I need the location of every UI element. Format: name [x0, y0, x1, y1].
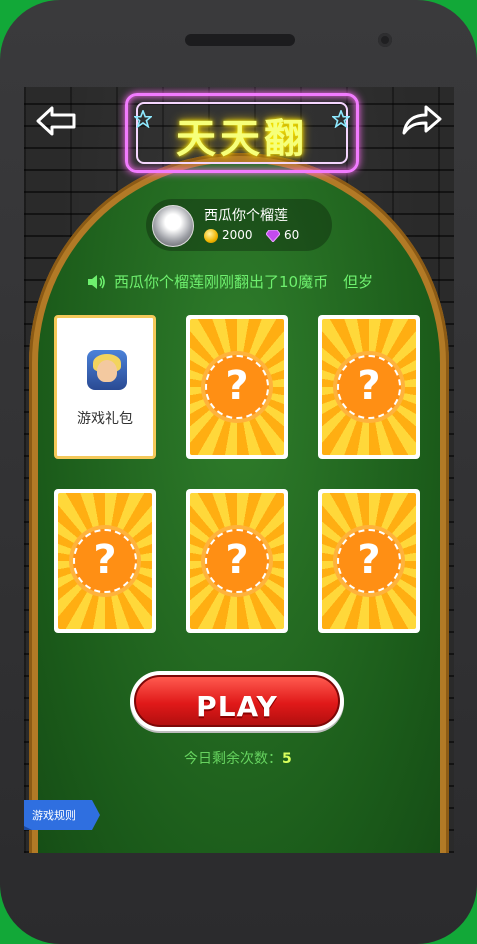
remaining-plays: 今日剩余次数：5 — [184, 748, 292, 768]
hidden-card[interactable]: ? — [54, 489, 156, 633]
play-button[interactable]: PLAY — [130, 671, 344, 731]
player-name: 西瓜你个榴莲 — [204, 208, 288, 224]
hidden-card[interactable]: ? — [186, 315, 288, 459]
game-title: 天天翻 — [176, 115, 308, 162]
phone-camera — [378, 33, 392, 47]
remaining-value: 5 — [282, 751, 292, 767]
card-back: ? — [190, 319, 284, 455]
game-screen: 天天翻 西瓜你个榴莲 2000 60 西瓜你个榴莲刚刚翻出了10魔币 但岁 游戏… — [24, 87, 454, 853]
avatar[interactable] — [152, 205, 194, 247]
gift-label: 游戏礼包 — [77, 411, 133, 427]
gift-face — [97, 360, 117, 382]
card-back: ? — [58, 493, 152, 629]
question-mark-icon: ? — [73, 529, 137, 593]
hidden-card[interactable]: ? — [318, 315, 420, 459]
share-arrow-icon[interactable] — [400, 103, 442, 137]
coin-icon — [204, 229, 218, 243]
hidden-card[interactable]: ? — [186, 489, 288, 633]
rules-label[interactable]: 游戏规则 — [32, 807, 76, 823]
gem-count: 60 — [284, 228, 300, 242]
play-label: PLAY — [196, 690, 278, 723]
gem-icon — [266, 230, 280, 242]
card-back: ? — [322, 493, 416, 629]
play-button-face: PLAY — [134, 675, 340, 727]
arrow-left-icon[interactable] — [36, 105, 78, 137]
question-mark-icon: ? — [205, 355, 269, 419]
remaining-label: 今日剩余次数： — [184, 751, 282, 767]
star-icon — [332, 110, 350, 128]
star-icon — [134, 110, 152, 128]
gift-card[interactable]: 游戏礼包 — [54, 315, 156, 459]
card-back: ? — [190, 493, 284, 629]
player-info: 西瓜你个榴莲 2000 60 — [146, 199, 332, 251]
phone-speaker — [185, 34, 295, 46]
phone-frame: 天天翻 西瓜你个榴莲 2000 60 西瓜你个榴莲刚刚翻出了10魔币 但岁 游戏… — [0, 0, 477, 944]
coin-count: 2000 — [222, 228, 253, 242]
question-mark-icon: ? — [337, 529, 401, 593]
broadcast-notice: 西瓜你个榴莲刚刚翻出了10魔币 但岁 — [114, 273, 374, 291]
hidden-card[interactable]: ? — [318, 489, 420, 633]
neon-title-sign: 天天翻 — [125, 93, 359, 173]
speaker-icon — [88, 275, 105, 289]
card-back: ? — [322, 319, 416, 455]
question-mark-icon: ? — [205, 529, 269, 593]
question-mark-icon: ? — [337, 355, 401, 419]
game-gift-icon — [87, 350, 127, 390]
